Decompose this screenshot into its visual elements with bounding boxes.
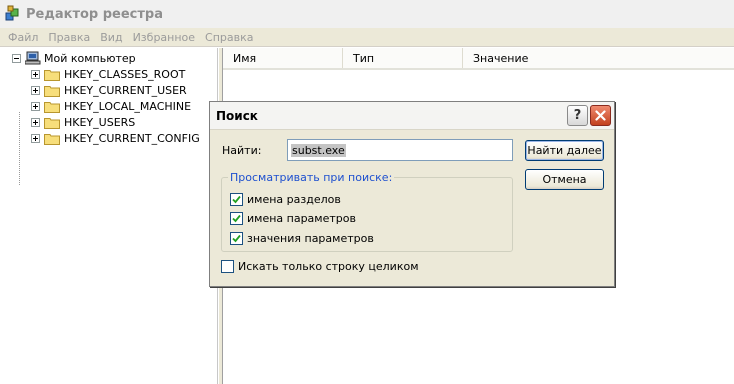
computer-icon: [25, 51, 41, 65]
menu-edit[interactable]: Правка: [43, 31, 95, 44]
checkbox-whole-string[interactable]: [221, 260, 234, 273]
find-input-value: subst.exe: [291, 143, 346, 157]
menu-favorites[interactable]: Избранное: [128, 31, 200, 44]
tree-item-hku[interactable]: HKEY_USERS: [31, 114, 135, 130]
registry-tree[interactable]: Мой компьютер HKEY_CLASSES_ROOT HKEY_CUR…: [3, 48, 218, 384]
expand-icon[interactable]: [31, 133, 40, 143]
checkbox-values[interactable]: [230, 212, 243, 225]
folder-icon: [44, 101, 60, 113]
expand-icon[interactable]: [31, 85, 40, 95]
checkbox-keys[interactable]: [230, 193, 243, 206]
tree-item-hklm[interactable]: HKEY_LOCAL_MACHINE: [31, 98, 191, 114]
checkmark-icon: [232, 195, 241, 204]
option-label: имена разделов: [247, 193, 341, 206]
tree-label-root: Мой компьютер: [44, 51, 136, 65]
find-input[interactable]: subst.exe: [287, 139, 513, 161]
window-titlebar: Редактор реестра: [0, 0, 734, 28]
option-whole-string[interactable]: Искать только строку целиком: [221, 260, 419, 273]
expand-icon[interactable]: [31, 101, 40, 111]
registry-editor-icon: [5, 5, 19, 21]
group-title: Просматривать при поиске:: [228, 171, 395, 184]
tree-item-root[interactable]: Мой компьютер: [12, 50, 136, 66]
dialog-title: Поиск: [216, 108, 258, 123]
option-values[interactable]: имена параметров: [230, 212, 356, 225]
help-icon: ?: [573, 108, 582, 123]
expand-icon[interactable]: [31, 69, 40, 79]
tree-item-hkcu[interactable]: HKEY_CURRENT_USER: [31, 82, 187, 98]
find-next-button[interactable]: Найти далее: [525, 140, 604, 161]
find-label: Найти:: [222, 144, 262, 157]
checkmark-icon: [232, 214, 241, 223]
column-header-type[interactable]: Тип: [343, 48, 463, 68]
option-data[interactable]: значения параметров: [230, 232, 374, 245]
list-header: Имя Тип Значение: [223, 48, 734, 70]
folder-icon: [44, 69, 60, 81]
collapse-icon[interactable]: [12, 53, 21, 63]
find-dialog: Поиск ? Найти: subst.exe Найти далее Отм…: [209, 101, 615, 287]
menu-help[interactable]: Справка: [200, 31, 258, 44]
option-keys[interactable]: имена разделов: [230, 193, 341, 206]
folder-icon: [44, 117, 60, 129]
tree-label: HKEY_CURRENT_USER: [64, 83, 187, 97]
menu-file[interactable]: Файл: [3, 31, 43, 44]
dialog-titlebar: Поиск: [210, 102, 614, 130]
expand-icon[interactable]: [31, 117, 40, 127]
checkmark-icon: [232, 234, 241, 243]
menu-view[interactable]: Вид: [95, 31, 127, 44]
tree-guide-line: [19, 112, 20, 186]
option-label: имена параметров: [247, 212, 356, 225]
close-icon: [595, 110, 606, 121]
cancel-button[interactable]: Отмена: [525, 169, 604, 190]
find-next-label: Найти далее: [527, 144, 602, 157]
folder-icon: [44, 85, 60, 97]
cancel-label: Отмена: [542, 173, 587, 186]
tree-label: HKEY_CURRENT_CONFIG: [64, 131, 200, 145]
close-button[interactable]: [590, 105, 611, 126]
option-label: Искать только строку целиком: [238, 260, 419, 273]
tree-item-hkcr[interactable]: HKEY_CLASSES_ROOT: [31, 66, 185, 82]
checkbox-data[interactable]: [230, 232, 243, 245]
folder-icon: [44, 133, 60, 145]
option-label: значения параметров: [247, 232, 374, 245]
tree-item-hkcc[interactable]: HKEY_CURRENT_CONFIG: [31, 130, 200, 146]
help-button[interactable]: ?: [567, 105, 588, 126]
look-at-group: Просматривать при поиске: имена разделов…: [221, 171, 513, 252]
column-header-value[interactable]: Значение: [463, 48, 734, 68]
window-title: Редактор реестра: [26, 6, 163, 22]
menu-bar: Файл Правка Вид Избранное Справка: [0, 28, 734, 47]
tree-label: HKEY_LOCAL_MACHINE: [64, 99, 192, 113]
column-header-name[interactable]: Имя: [223, 48, 343, 68]
tree-label: HKEY_USERS: [64, 115, 136, 129]
tree-label: HKEY_CLASSES_ROOT: [64, 67, 186, 81]
